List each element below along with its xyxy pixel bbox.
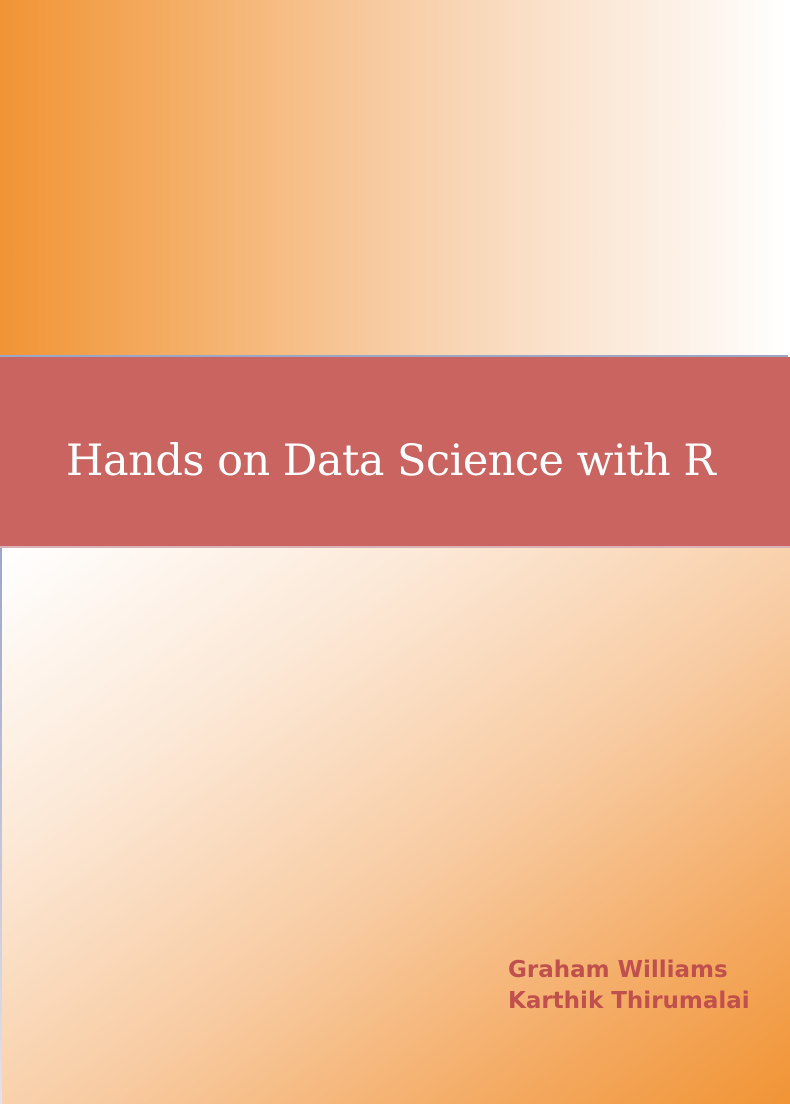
- top-gradient-panel: [0, 0, 788, 355]
- author-list: Graham Williams Karthik Thirumalai: [508, 955, 750, 1017]
- left-edge: [0, 548, 2, 1104]
- author-name: Karthik Thirumalai: [508, 988, 750, 1014]
- author-name: Graham Williams: [508, 957, 728, 983]
- book-title: Hands on Data Science with R: [66, 436, 716, 486]
- bottom-gradient-panel: [0, 548, 790, 1104]
- book-cover: Hands on Data Science with R Graham Will…: [0, 0, 790, 1104]
